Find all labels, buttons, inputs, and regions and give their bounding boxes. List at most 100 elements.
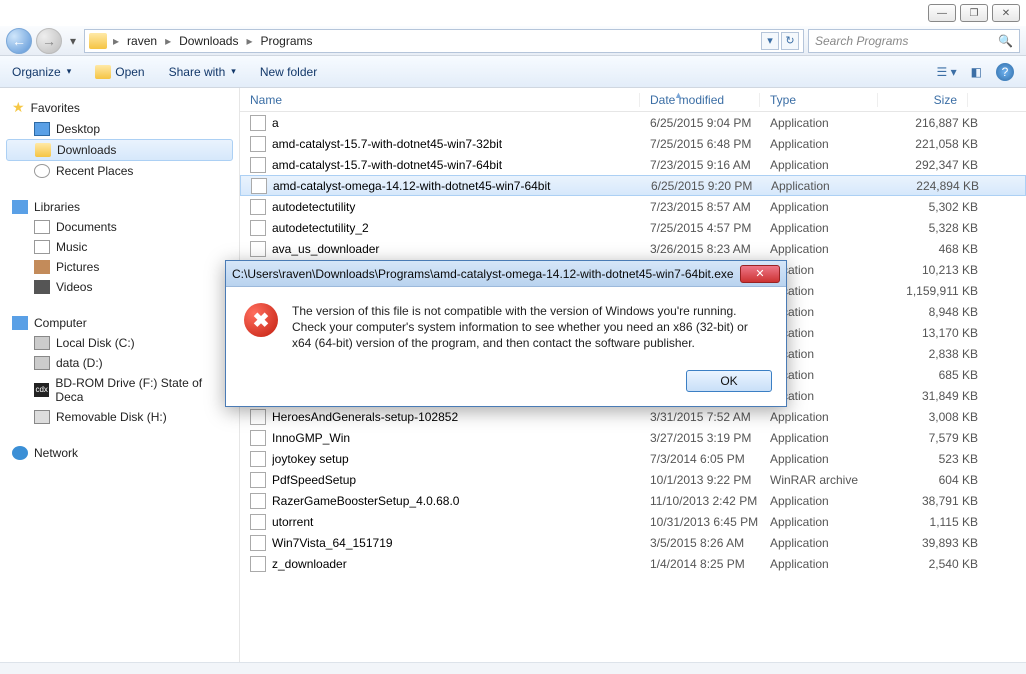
file-icon (250, 136, 266, 152)
file-date: 1/4/2014 8:25 PM (650, 557, 770, 571)
file-size: 5,328 KB (888, 221, 978, 235)
sidebar-item-label: Removable Disk (H:) (56, 410, 167, 424)
file-name: amd-catalyst-omega-14.12-with-dotnet45-w… (273, 179, 651, 193)
file-date: 7/25/2015 6:48 PM (650, 137, 770, 151)
sidebar-item-local-disk-c-[interactable]: Local Disk (C:) (6, 333, 233, 353)
back-button[interactable]: ← (6, 28, 32, 54)
file-row[interactable]: amd-catalyst-15.7-with-dotnet45-win7-32b… (240, 133, 1026, 154)
refresh-button[interactable]: ↻ (781, 32, 799, 50)
file-name: PdfSpeedSetup (272, 473, 650, 487)
sidebar-item-label: Music (56, 240, 87, 254)
new-folder-button[interactable]: New folder (260, 65, 317, 79)
file-type: Application (770, 116, 888, 130)
minimize-button[interactable]: — (928, 4, 956, 22)
sidebar-item-pictures[interactable]: Pictures (6, 257, 233, 277)
search-input[interactable]: Search Programs 🔍 (808, 29, 1020, 53)
file-row[interactable]: amd-catalyst-15.7-with-dotnet45-win7-64b… (240, 154, 1026, 175)
column-name[interactable]: Name (240, 93, 640, 107)
column-size[interactable]: Size (878, 93, 968, 107)
sidebar-item-removable-disk-h-[interactable]: Removable Disk (H:) (6, 407, 233, 427)
column-date[interactable]: Date modified (640, 93, 760, 107)
breadcrumb-item[interactable]: Downloads (177, 34, 240, 48)
file-date: 3/27/2015 3:19 PM (650, 431, 770, 445)
file-type: Application (771, 179, 889, 193)
view-options-button[interactable]: ☰ ▾ (937, 65, 957, 79)
file-row[interactable]: PdfSpeedSetup10/1/2013 9:22 PMWinRAR arc… (240, 469, 1026, 490)
file-size: 8,948 KB (888, 305, 978, 319)
sidebar-libraries-header[interactable]: Libraries (6, 197, 233, 217)
file-type: plication (770, 305, 888, 319)
file-row[interactable]: autodetectutility7/23/2015 8:57 AMApplic… (240, 196, 1026, 217)
sidebar-item-bd-rom-drive-f-state-of-deca[interactable]: cdxBD-ROM Drive (F:) State of Deca (6, 373, 233, 407)
sidebar-item-data-d-[interactable]: data (D:) (6, 353, 233, 373)
dialog-ok-button[interactable]: OK (686, 370, 772, 392)
file-size: 38,791 KB (888, 494, 978, 508)
file-type: Application (770, 536, 888, 550)
help-button[interactable]: ? (996, 63, 1014, 81)
sidebar-item-downloads[interactable]: Downloads (6, 139, 233, 161)
music-icon (34, 240, 50, 254)
file-icon (250, 556, 266, 572)
file-type: plication (770, 389, 888, 403)
sidebar-item-recent-places[interactable]: Recent Places (6, 161, 233, 181)
sidebar-computer-header[interactable]: Computer (6, 313, 233, 333)
open-button[interactable]: Open (95, 65, 144, 79)
sidebar-network-header[interactable]: Network (6, 443, 233, 463)
sidebar-item-music[interactable]: Music (6, 237, 233, 257)
network-icon (12, 446, 28, 460)
file-type: plication (770, 368, 888, 382)
file-size: 39,893 KB (888, 536, 978, 550)
sidebar-item-label: Local Disk (C:) (56, 336, 135, 350)
organize-button[interactable]: Organize (12, 65, 71, 79)
forward-button[interactable]: → (36, 28, 62, 54)
file-size: 3,008 KB (888, 410, 978, 424)
file-size: 2,838 KB (888, 347, 978, 361)
file-date: 3/31/2015 7:52 AM (650, 410, 770, 424)
file-name: a (272, 116, 650, 130)
file-row[interactable]: joytokey setup7/3/2014 6:05 PMApplicatio… (240, 448, 1026, 469)
file-row[interactable]: RazerGameBoosterSetup_4.0.68.011/10/2013… (240, 490, 1026, 511)
sidebar-item-videos[interactable]: Videos (6, 277, 233, 297)
addr-dropdown-button[interactable]: ▾ (761, 32, 779, 50)
file-row[interactable]: HeroesAndGenerals-setup-1028523/31/2015 … (240, 406, 1026, 427)
nav-bar: ← → ▾ ▸ raven ▸ Downloads ▸ Programs ▾ ↻… (0, 26, 1026, 56)
search-icon: 🔍 (998, 34, 1013, 48)
file-name: joytokey setup (272, 452, 650, 466)
file-size: 5,302 KB (888, 200, 978, 214)
file-type: Application (770, 515, 888, 529)
file-row[interactable]: utorrent10/31/2013 6:45 PMApplication1,1… (240, 511, 1026, 532)
file-row[interactable]: autodetectutility_27/25/2015 4:57 PMAppl… (240, 217, 1026, 238)
breadcrumb-item[interactable]: Programs (259, 34, 315, 48)
dialog-titlebar[interactable]: C:\Users\raven\Downloads\Programs\amd-ca… (226, 261, 786, 287)
address-bar[interactable]: ▸ raven ▸ Downloads ▸ Programs ▾ ↻ (84, 29, 804, 53)
file-row[interactable]: InnoGMP_Win3/27/2015 3:19 PMApplication7… (240, 427, 1026, 448)
nav-history-dropdown[interactable]: ▾ (66, 34, 80, 48)
crumb-sep-icon: ▸ (111, 34, 121, 48)
file-row[interactable]: a6/25/2015 9:04 PMApplication216,887 KB (240, 112, 1026, 133)
column-type[interactable]: Type (760, 93, 878, 107)
file-name: ava_us_downloader (272, 242, 650, 256)
close-button[interactable]: ✕ (992, 4, 1020, 22)
share-with-button[interactable]: Share with (169, 65, 236, 79)
file-size: 216,887 KB (888, 116, 978, 130)
file-row[interactable]: Win7Vista_64_1517193/5/2015 8:26 AMAppli… (240, 532, 1026, 553)
sidebar-item-documents[interactable]: Documents (6, 217, 233, 237)
sidebar-favorites-label: Favorites (31, 101, 80, 115)
file-type: Application (770, 410, 888, 424)
file-type: Application (770, 494, 888, 508)
maximize-button[interactable]: ❐ (960, 4, 988, 22)
sidebar-item-desktop[interactable]: Desktop (6, 119, 233, 139)
file-row[interactable]: amd-catalyst-omega-14.12-with-dotnet45-w… (240, 175, 1026, 196)
sidebar-favorites-header[interactable]: ★Favorites (6, 96, 233, 119)
sidebar-computer-label: Computer (34, 316, 87, 330)
error-icon: ✖ (244, 303, 278, 337)
file-type: plication (770, 263, 888, 277)
preview-pane-button[interactable]: ◧ (971, 65, 982, 79)
search-placeholder: Search Programs (815, 34, 908, 48)
dialog-close-button[interactable]: ✕ (740, 265, 780, 283)
file-row[interactable]: ava_us_downloader3/26/2015 8:23 AMApplic… (240, 238, 1026, 259)
dialog-title-text: C:\Users\raven\Downloads\Programs\amd-ca… (232, 267, 734, 281)
sidebar-item-label: BD-ROM Drive (F:) State of Deca (55, 376, 227, 404)
breadcrumb-item[interactable]: raven (125, 34, 159, 48)
file-row[interactable]: z_downloader1/4/2014 8:25 PMApplication2… (240, 553, 1026, 574)
